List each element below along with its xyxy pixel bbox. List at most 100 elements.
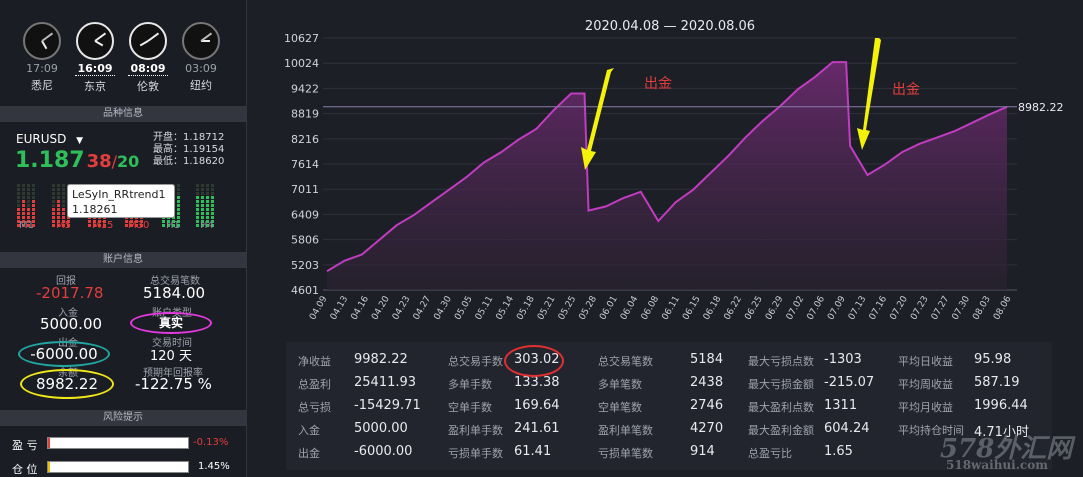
- stat-label: 最大盈利金额: [748, 424, 814, 437]
- stat-label: 平均日收益: [898, 355, 953, 368]
- stat-label: 总亏损: [298, 401, 331, 414]
- x-tick-label: 06.29: [764, 294, 786, 322]
- x-tick-label: 07.23: [909, 295, 931, 322]
- clock-city: 东京: [84, 80, 106, 93]
- x-tick-label: 07.20: [888, 294, 910, 322]
- x-tick-label: 05.25: [557, 295, 579, 322]
- arrow-icon: [857, 38, 881, 150]
- price-big-digits: 38: [86, 151, 112, 172]
- signal-bar: [196, 184, 199, 228]
- timeframe-m1[interactable]: M1: [19, 220, 34, 231]
- x-tick-label: 05.11: [474, 295, 496, 322]
- clock-city: 悉尼: [31, 79, 53, 92]
- watermark-url: 518waihui.com: [946, 458, 1048, 472]
- clock-icon: [129, 22, 167, 60]
- y-tick-label: 7011: [291, 183, 319, 196]
- clock-time: 03:09: [185, 62, 217, 75]
- x-tick-label: 06.15: [681, 295, 703, 322]
- stat-value: -215.07: [824, 375, 875, 390]
- statistics-table: 净收益 9982.22 总盈利 25411.93 总亏损 -15429.71 入金 5000.…: [286, 342, 1052, 470]
- open-value: 1.18712: [183, 132, 225, 143]
- y-tick-label: 10627: [284, 32, 319, 45]
- stat-label: 总交易笔数: [598, 355, 653, 368]
- timeframe-m30[interactable]: M30: [128, 220, 149, 231]
- x-tick-label: 07.02: [785, 295, 807, 322]
- timeframe-h4[interactable]: H4: [200, 220, 214, 231]
- stat-value: 133.38: [514, 375, 560, 390]
- stat-value: 95.98: [974, 352, 1012, 367]
- stat-label: 空单笔数: [598, 401, 642, 414]
- stat-value: 1996.44: [974, 398, 1028, 413]
- price-main: 1.187: [15, 148, 85, 173]
- stat-value: -6000.00: [354, 444, 413, 459]
- timeframe-h1[interactable]: H1: [166, 220, 180, 231]
- clock-icon: [23, 22, 61, 60]
- risk-pnl-label: 盈 亏: [12, 439, 38, 452]
- open-label: 开盘：: [153, 132, 183, 143]
- x-tick-label: 04.30: [432, 294, 454, 322]
- stat-value: 9982.22: [354, 352, 408, 367]
- stat-label: 亏损单手数: [448, 447, 503, 460]
- x-tick-label: 06.25: [743, 294, 765, 321]
- clock-sydney: 17:09 悉尼: [22, 22, 62, 93]
- stat-label: 最大亏损点数: [748, 355, 814, 368]
- x-tick-label: 06.18: [702, 294, 724, 322]
- signal-bar: [52, 184, 55, 228]
- symbol-selector[interactable]: EURUSD ▼: [16, 132, 83, 146]
- stat-label: 净收益: [298, 355, 331, 368]
- risk-pnl-bar: [47, 437, 189, 449]
- stat-label: 亏损单笔数: [598, 447, 653, 460]
- x-tick-label: 04.23: [391, 295, 413, 322]
- y-tick-label: 9422: [291, 82, 319, 95]
- annotation-label: 出金: [644, 76, 672, 92]
- x-tick-label: 04.16: [350, 294, 372, 322]
- stat-value: 5184: [690, 352, 724, 367]
- annotation-label: 出金: [892, 82, 920, 98]
- timeframe-m5[interactable]: M5: [56, 220, 71, 231]
- x-tick-label: 08.06: [992, 294, 1014, 322]
- stat-value: 2746: [690, 398, 724, 413]
- trading-time-value: 120 天: [150, 349, 192, 364]
- section-title-account: 账户信息: [0, 252, 246, 268]
- balance-value: 8982.22: [20, 369, 114, 399]
- tooltip-title: LeSyIn_RRtrend1: [72, 188, 166, 201]
- y-tick-label: 5806: [291, 234, 319, 247]
- tooltip-value: 1.18261: [72, 203, 118, 216]
- y-tick-label: 8819: [291, 108, 319, 121]
- stat-label: 盈利单手数: [448, 424, 503, 437]
- x-tick-label: 04.20: [370, 294, 392, 322]
- left-panel: 17:09 悉尼 16:09 东京 08:09 伦敦 03:09 纽约 品种信息…: [0, 0, 247, 477]
- chart-title: 2020.04.08 — 2020.08.06: [585, 19, 755, 34]
- return-value: -2017.78: [36, 284, 104, 302]
- risk-pnl-value: -0.13%: [193, 437, 229, 448]
- timeframe-m15[interactable]: M15: [92, 220, 113, 231]
- x-tick-label: 07.09: [826, 294, 848, 322]
- risk-position-label: 仓 位: [12, 463, 38, 476]
- stat-label: 平均月收益: [898, 401, 953, 414]
- annual-yield-value: -122.75 %: [135, 375, 212, 393]
- high-label: 最高：: [153, 144, 183, 155]
- x-tick-label: 07.06: [806, 294, 828, 322]
- x-tick-label: 05.21: [536, 295, 558, 322]
- deposit-value: 5000.00: [40, 315, 103, 333]
- x-tick-label: 06.01: [598, 295, 620, 322]
- x-tick-label: 05.18: [515, 294, 537, 322]
- stat-value: 1.65: [824, 444, 853, 459]
- stat-label: 出金: [298, 447, 320, 460]
- stat-value: 914: [690, 444, 715, 459]
- y-tick-label: 7614: [291, 158, 319, 171]
- x-tick-label: 07.30: [951, 294, 973, 322]
- x-tick-label: 06.08: [640, 294, 662, 322]
- x-tick-label: 08.03: [971, 295, 993, 322]
- stat-label: 多单笔数: [598, 378, 642, 391]
- stat-label: 空单手数: [448, 401, 492, 414]
- stat-label: 多单手数: [448, 378, 492, 391]
- clock-newyork: 03:09 纽约: [181, 22, 221, 93]
- price-small-digits: 20: [117, 152, 140, 171]
- x-tick-label: 04.13: [329, 295, 351, 322]
- stat-value: 241.61: [514, 421, 560, 436]
- clock-city: 伦敦: [137, 80, 159, 93]
- clock-city: 纽约: [190, 79, 212, 92]
- stat-value: 2438: [690, 375, 724, 390]
- y-tick-label: 8216: [291, 133, 319, 146]
